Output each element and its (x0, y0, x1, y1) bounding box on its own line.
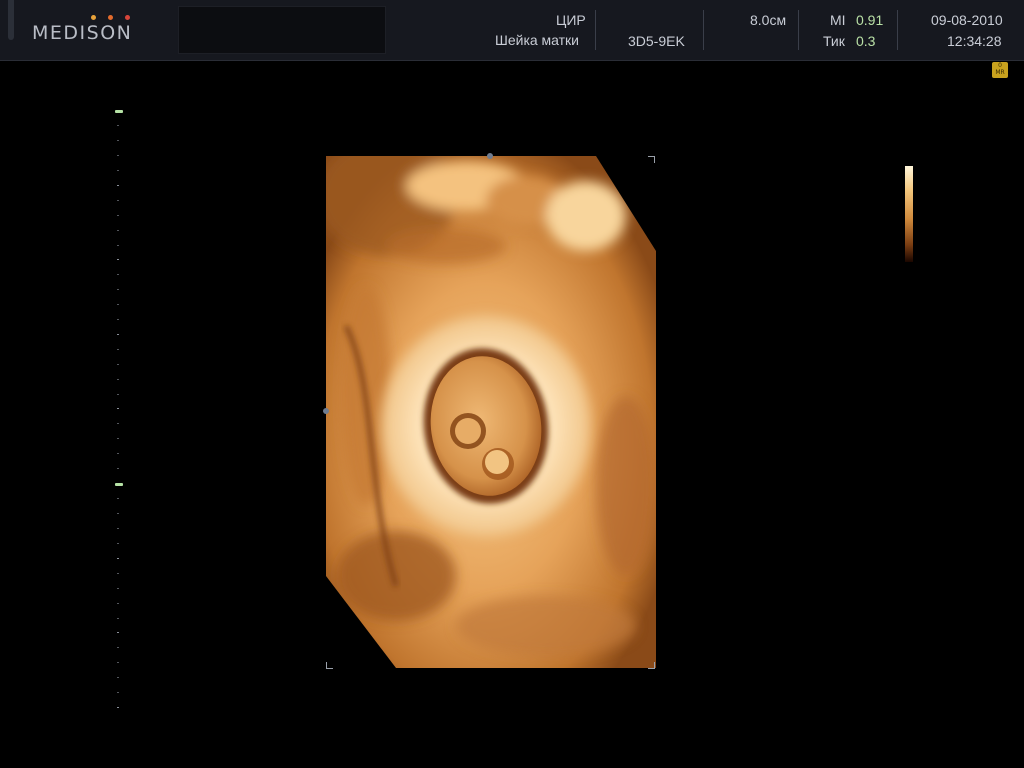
depth-minor-tick (117, 319, 119, 320)
depth-minor-tick (117, 677, 119, 678)
tic-value: 0.3 (856, 33, 876, 49)
depth-minor-tick (117, 245, 119, 246)
depth-tick (117, 185, 119, 186)
mi-value: 0.91 (856, 12, 884, 28)
separator (798, 10, 799, 50)
depth-minor-tick (117, 603, 119, 604)
separator (897, 10, 898, 50)
depth-minor-tick (117, 588, 119, 589)
depth-tick (117, 408, 119, 409)
depth-minor-tick (117, 170, 119, 171)
depth-minor-tick (117, 543, 119, 544)
depth-minor-tick (117, 394, 119, 395)
depth-minor-tick (117, 513, 119, 514)
side-tab-handle[interactable] (8, 0, 14, 40)
rotation-handle[interactable] (323, 408, 329, 414)
depth-minor-tick (117, 349, 119, 350)
depth-tick (117, 707, 119, 708)
depth-minor-tick (117, 364, 119, 365)
colormap-bar (905, 166, 913, 262)
depth-marker (115, 110, 123, 113)
depth-minor-tick (117, 230, 119, 231)
depth-scale (110, 110, 130, 730)
depth-tick (117, 334, 119, 335)
depth-minor-tick (117, 618, 119, 619)
top-info-bar: MEDISON ЦИР Шейка матки 3D5-9EK 8.0см MI… (0, 0, 1024, 61)
depth-tick (117, 632, 119, 633)
render-image (326, 156, 656, 668)
time-label: 12:34:28 (947, 33, 1002, 49)
depth-minor-tick (117, 647, 119, 648)
depth-minor-tick (117, 528, 119, 529)
rotation-handle[interactable] (487, 153, 493, 159)
depth-minor-tick (117, 438, 119, 439)
mr-icon[interactable]: 0 MR (992, 62, 1008, 78)
separator (703, 10, 704, 50)
depth-minor-tick (117, 573, 119, 574)
separator (595, 10, 596, 50)
depth-marker (115, 483, 123, 486)
depth-minor-tick (117, 692, 119, 693)
depth-label: 8.0см (750, 12, 787, 28)
depth-minor-tick (117, 423, 119, 424)
probe-label: 3D5-9EK (628, 33, 685, 49)
mode-label: ЦИР (556, 12, 586, 28)
patient-info-panel (178, 6, 386, 54)
frame-corner-marker (648, 156, 655, 163)
frame-corner-marker (326, 662, 333, 669)
brand-logo: MEDISON (32, 22, 133, 44)
mr-icon-label: 0 MR (995, 62, 1005, 76)
depth-minor-tick (117, 453, 119, 454)
depth-minor-tick (117, 498, 119, 499)
ultrasound-3d-render[interactable] (323, 153, 656, 669)
depth-minor-tick (117, 379, 119, 380)
depth-minor-tick (117, 289, 119, 290)
depth-minor-tick (117, 662, 119, 663)
depth-minor-tick (117, 468, 119, 469)
depth-minor-tick (117, 304, 119, 305)
depth-minor-tick (117, 155, 119, 156)
mi-label: MI (830, 12, 846, 28)
depth-minor-tick (117, 215, 119, 216)
tic-label: Тик (823, 33, 845, 49)
depth-tick (117, 259, 119, 260)
logo-dots-icon (91, 15, 131, 21)
frame-corner-marker (648, 662, 655, 669)
organ-label: Шейка матки (495, 32, 580, 48)
depth-minor-tick (117, 140, 119, 141)
depth-tick (117, 558, 119, 559)
date-label: 09-08-2010 (931, 12, 1003, 28)
depth-minor-tick (117, 200, 119, 201)
depth-minor-tick (117, 125, 119, 126)
depth-minor-tick (117, 274, 119, 275)
